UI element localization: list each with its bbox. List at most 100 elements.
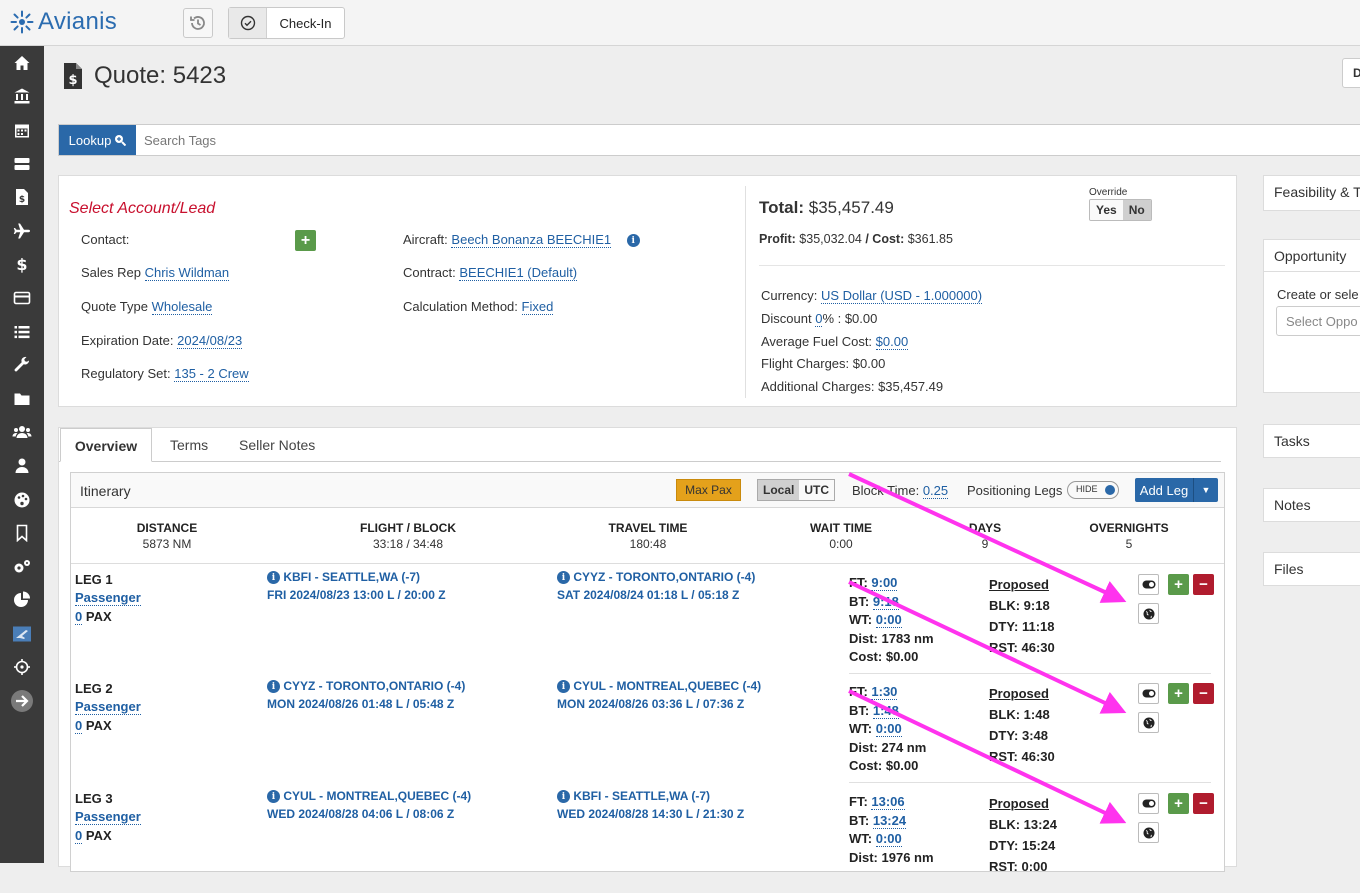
add-after-leg-button[interactable]: + — [1168, 574, 1189, 595]
card-icon[interactable] — [0, 281, 44, 315]
arrow-right-icon[interactable] — [0, 684, 44, 718]
quote-icon[interactable]: $ — [0, 180, 44, 214]
pax-count-link[interactable]: 0 — [75, 609, 83, 625]
departure-airport[interactable]: CYUL - MONTREAL,QUEBEC (-4) — [283, 789, 471, 803]
bookmark-icon[interactable] — [0, 516, 44, 550]
lookup-button[interactable]: Lookup — [59, 125, 136, 155]
toggle-leg-button[interactable] — [1138, 574, 1159, 595]
arrival-info-icon[interactable]: i — [557, 571, 570, 585]
departure-airport[interactable]: KBFI - SEATTLE,WA (-7) — [283, 570, 420, 584]
server-icon[interactable] — [0, 147, 44, 181]
check-in-button[interactable]: Check-In — [228, 7, 345, 39]
add-after-leg-button[interactable]: + — [1168, 793, 1189, 814]
tasks-panel[interactable]: Tasks — [1263, 424, 1360, 458]
currency-link[interactable]: US Dollar (USD - 1.000000) — [820, 288, 983, 304]
override-no[interactable]: No — [1122, 200, 1151, 220]
wait-time-link[interactable]: 0:00 — [875, 831, 902, 847]
aircraft-info-icon[interactable]: i — [626, 234, 640, 248]
avianis-logo[interactable]: Avianis — [10, 8, 117, 36]
regulatory-set-link[interactable]: 135 - 2 Crew — [174, 366, 249, 382]
block-time-link[interactable]: 0.25 — [922, 483, 949, 499]
departure-info-icon[interactable]: i — [267, 571, 280, 585]
opportunity-select[interactable]: Select Oppo — [1276, 306, 1360, 336]
pie-chart-icon[interactable] — [0, 584, 44, 618]
history-button[interactable] — [183, 8, 213, 38]
users-icon[interactable] — [0, 416, 44, 450]
arrival-time[interactable]: SAT 2024/08/24 01:18 L / 05:18 Z — [557, 588, 755, 602]
departure-info-icon[interactable]: i — [267, 790, 280, 804]
local-utc-toggle[interactable]: Local UTC — [757, 479, 836, 501]
arrival-airport[interactable]: KBFI - SEATTLE,WA (-7) — [573, 789, 710, 803]
local-option[interactable]: Local — [758, 480, 800, 500]
contract-link[interactable]: BEECHIE1 (Default) — [459, 265, 578, 281]
expiration-date-link[interactable]: 2024/08/23 — [177, 333, 243, 349]
delete-leg-button[interactable]: − — [1193, 574, 1214, 595]
tab-terms[interactable]: Terms — [170, 428, 208, 462]
notes-panel[interactable]: Notes — [1263, 488, 1360, 522]
wait-time-link[interactable]: 0:00 — [875, 612, 902, 628]
map-leg-button[interactable] — [1138, 603, 1159, 624]
pax-count-link[interactable]: 0 — [75, 718, 83, 734]
user-icon[interactable] — [0, 449, 44, 483]
passenger-type-link[interactable]: Passenger — [75, 590, 141, 606]
add-after-leg-button[interactable]: + — [1168, 683, 1189, 704]
add-contact-button[interactable]: + — [295, 230, 316, 251]
plane-icon[interactable] — [0, 214, 44, 248]
search-tags-input[interactable] — [136, 125, 1360, 155]
crosshair-icon[interactable] — [0, 651, 44, 685]
aircraft-link[interactable]: Beech Bonanza BEECHIE1 — [451, 232, 612, 248]
map-leg-button[interactable] — [1138, 712, 1159, 733]
toggle-leg-button[interactable] — [1138, 793, 1159, 814]
palette-icon[interactable] — [0, 483, 44, 517]
override-toggle[interactable]: Yes No — [1089, 199, 1152, 221]
departure-time[interactable]: MON 2024/08/26 01:48 L / 05:48 Z — [267, 697, 465, 711]
tab-overview[interactable]: Overview — [60, 428, 152, 462]
block-time-link[interactable]: 1:48 — [872, 702, 899, 719]
arrival-airport[interactable]: CYUL - MONTREAL,QUEBEC (-4) — [573, 679, 761, 693]
tab-seller-notes[interactable]: Seller Notes — [239, 428, 315, 462]
flight-time-link[interactable]: 13:06 — [871, 794, 905, 810]
feasibility-panel[interactable]: Feasibility & T — [1263, 175, 1360, 211]
add-leg-button[interactable]: Add Leg ▼ — [1135, 478, 1218, 502]
calendar-icon[interactable] — [0, 113, 44, 147]
positioning-hide-toggle[interactable]: HIDE — [1067, 481, 1119, 499]
arrival-time[interactable]: WED 2024/08/28 14:30 L / 21:30 Z — [557, 807, 744, 821]
caret-down-icon[interactable]: ▼ — [1194, 478, 1218, 502]
departure-time[interactable]: FRI 2024/08/23 13:00 L / 20:00 Z — [267, 588, 446, 602]
folder-icon[interactable] — [0, 382, 44, 416]
block-time-link[interactable]: 13:24 — [872, 812, 907, 829]
list-icon[interactable] — [0, 315, 44, 349]
flight-time-link[interactable]: 1:30 — [871, 684, 898, 700]
top-right-button[interactable]: D — [1342, 58, 1360, 88]
map-leg-button[interactable] — [1138, 822, 1159, 843]
wrench-icon[interactable] — [0, 348, 44, 382]
status-link[interactable]: Proposed — [989, 683, 1055, 704]
dollar-icon[interactable]: $ — [0, 248, 44, 282]
override-yes[interactable]: Yes — [1090, 200, 1123, 220]
toggle-leg-button[interactable] — [1138, 683, 1159, 704]
status-link[interactable]: Proposed — [989, 574, 1055, 595]
home-icon[interactable] — [0, 46, 44, 80]
flight-board-icon[interactable] — [0, 617, 44, 651]
bank-icon[interactable] — [0, 80, 44, 114]
max-pax-button[interactable]: Max Pax — [676, 479, 741, 501]
passenger-type-link[interactable]: Passenger — [75, 809, 141, 825]
delete-leg-button[interactable]: − — [1193, 793, 1214, 814]
pax-count-link[interactable]: 0 — [75, 828, 83, 844]
departure-info-icon[interactable]: i — [267, 680, 280, 694]
arrival-airport[interactable]: CYYZ - TORONTO,ONTARIO (-4) — [573, 570, 755, 584]
calc-method-link[interactable]: Fixed — [521, 299, 554, 315]
files-panel[interactable]: Files — [1263, 552, 1360, 586]
wait-time-link[interactable]: 0:00 — [875, 721, 902, 737]
arrival-info-icon[interactable]: i — [557, 790, 570, 804]
passenger-type-link[interactable]: Passenger — [75, 699, 141, 715]
sales-rep-link[interactable]: Chris Wildman — [144, 265, 230, 281]
block-time-link[interactable]: 9:18 — [872, 593, 899, 610]
add-leg-label[interactable]: Add Leg — [1135, 478, 1194, 502]
arrival-time[interactable]: MON 2024/08/26 03:36 L / 07:36 Z — [557, 697, 761, 711]
departure-time[interactable]: WED 2024/08/28 04:06 L / 08:06 Z — [267, 807, 471, 821]
departure-airport[interactable]: CYYZ - TORONTO,ONTARIO (-4) — [283, 679, 465, 693]
delete-leg-button[interactable]: − — [1193, 683, 1214, 704]
settings-icon[interactable] — [0, 550, 44, 584]
fuel-cost-link[interactable]: $0.00 — [875, 334, 909, 350]
